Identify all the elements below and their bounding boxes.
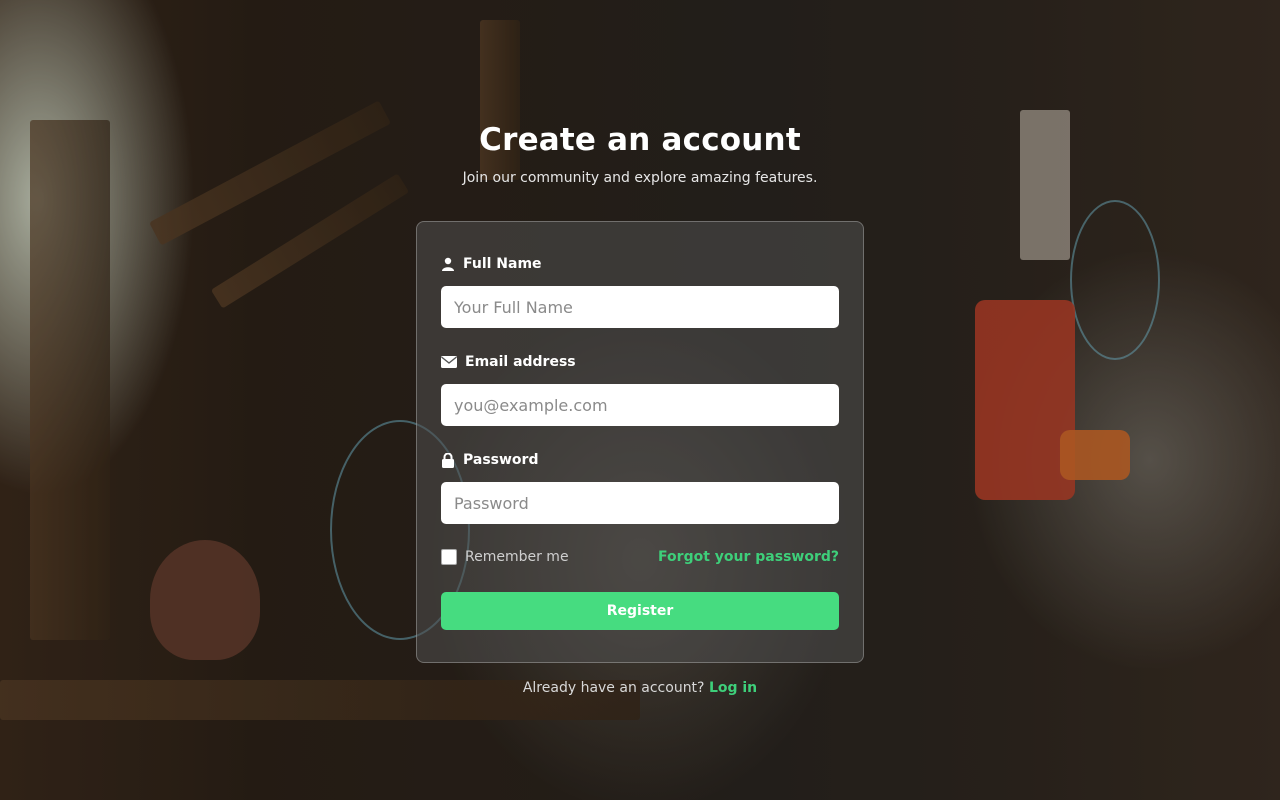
register-button[interactable]: Register (441, 592, 839, 630)
full-name-label-text: Full Name (463, 256, 542, 272)
remember-me[interactable]: Remember me (441, 549, 569, 565)
password-input[interactable] (441, 482, 839, 524)
login-prompt-text: Already have an account? (522, 680, 705, 696)
email-label-text: Email address (465, 354, 576, 370)
remember-me-label: Remember me (465, 549, 569, 565)
full-name-label: Full Name (441, 256, 542, 272)
full-name-input[interactable] (441, 286, 839, 328)
page-title: Create an account (479, 122, 801, 158)
login-link[interactable]: Log in (709, 680, 757, 696)
register-form: Full Name Email address Password Remembe… (416, 221, 864, 663)
email-input[interactable] (441, 384, 839, 426)
password-label: Password (441, 452, 538, 468)
user-icon (441, 257, 455, 271)
lock-icon (441, 452, 455, 468)
forgot-password-link[interactable]: Forgot your password? (658, 549, 839, 565)
register-page: Create an account Join our community and… (0, 0, 1280, 800)
remember-me-checkbox[interactable] (441, 549, 457, 565)
password-label-text: Password (463, 452, 539, 468)
email-label: Email address (441, 354, 576, 370)
login-prompt: Already have an account? Log in (0, 680, 1280, 696)
page-subtitle: Join our community and explore amazing f… (462, 170, 818, 186)
envelope-icon (441, 356, 457, 368)
